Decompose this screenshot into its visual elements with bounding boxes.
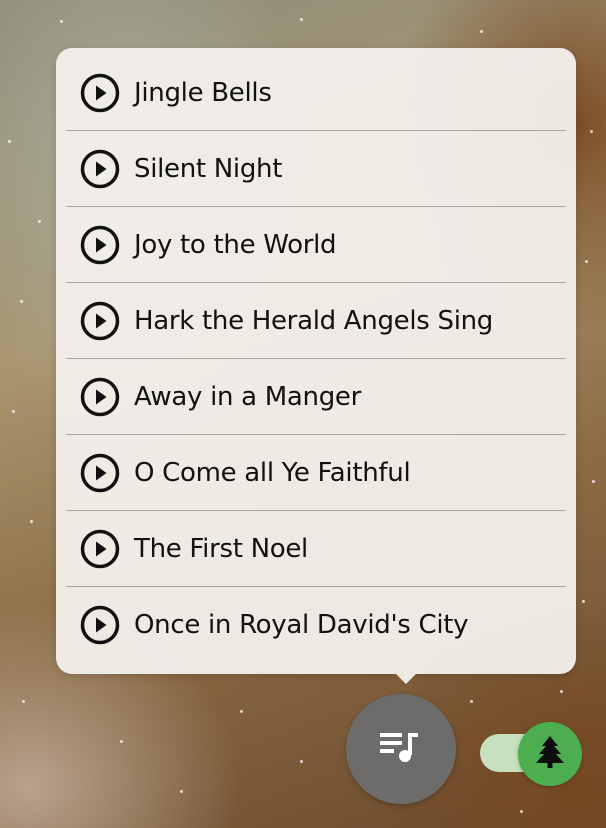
song-item[interactable]: Away in a Manger [66, 359, 566, 435]
snowflake [8, 140, 11, 143]
snowflake [22, 700, 25, 703]
playlist-button[interactable] [346, 694, 456, 804]
song-title: Jingle Bells [134, 77, 272, 108]
snowflake [120, 740, 123, 743]
snowflake [300, 760, 303, 763]
queue-music-icon [380, 731, 422, 767]
snowflake [592, 480, 595, 483]
song-list: Jingle Bells Silent Night Joy to the Wor… [56, 48, 576, 662]
song-title: Silent Night [134, 153, 283, 184]
snowflake [585, 260, 588, 263]
snowflake [240, 710, 243, 713]
snowflake [480, 30, 483, 33]
play-circle-icon[interactable] [80, 225, 120, 265]
snowflake [560, 690, 563, 693]
play-circle-icon[interactable] [80, 301, 120, 341]
song-title: Once in Royal David's City [134, 609, 469, 640]
snowflake [590, 130, 593, 133]
christmas-tree-toggle[interactable] [480, 722, 582, 786]
snowflake [20, 300, 23, 303]
snowflake [12, 410, 15, 413]
snowflake [180, 790, 183, 793]
song-item[interactable]: The First Noel [66, 511, 566, 587]
song-item[interactable]: O Come all Ye Faithful [66, 435, 566, 511]
play-circle-icon[interactable] [80, 453, 120, 493]
snowflake [60, 20, 63, 23]
song-title: Joy to the World [134, 229, 337, 260]
play-circle-icon[interactable] [80, 529, 120, 569]
play-circle-icon[interactable] [80, 73, 120, 113]
snowflake [300, 18, 303, 21]
snowflake [582, 600, 585, 603]
play-circle-icon[interactable] [80, 149, 120, 189]
playlist-popup: Jingle Bells Silent Night Joy to the Wor… [56, 48, 576, 684]
song-title: Hark the Herald Angels Sing [134, 305, 493, 336]
song-item[interactable]: Joy to the World [66, 207, 566, 283]
pine-tree-icon [535, 735, 565, 773]
song-title: Away in a Manger [134, 381, 361, 412]
song-item[interactable]: Hark the Herald Angels Sing [66, 283, 566, 359]
song-title: The First Noel [134, 533, 308, 564]
snowflake [520, 810, 523, 813]
song-item[interactable]: Jingle Bells [66, 55, 566, 131]
toggle-thumb[interactable] [518, 722, 582, 786]
play-circle-icon[interactable] [80, 605, 120, 645]
snowflake [470, 700, 473, 703]
snowflake [38, 220, 41, 223]
song-item[interactable]: Once in Royal David's City [66, 587, 566, 662]
play-circle-icon[interactable] [80, 377, 120, 417]
song-title: O Come all Ye Faithful [134, 457, 411, 488]
snowflake [30, 520, 33, 523]
song-item[interactable]: Silent Night [66, 131, 566, 207]
